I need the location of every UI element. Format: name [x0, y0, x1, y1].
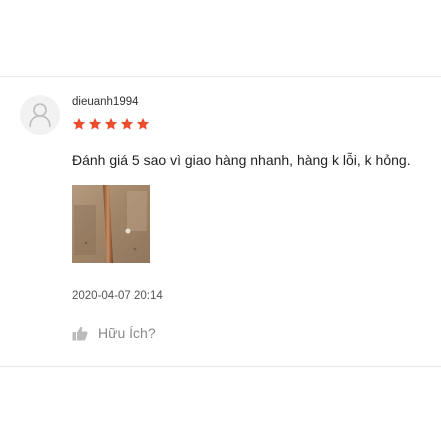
star-icon: [88, 117, 102, 130]
user-placeholder-icon: [29, 103, 51, 128]
helpful-button[interactable]: Hữu Ích?: [72, 325, 156, 341]
star-icon: [72, 117, 86, 130]
thumbs-up-icon: [72, 326, 88, 340]
review-photo[interactable]: [72, 185, 150, 263]
rating-stars: [72, 117, 150, 131]
avatar[interactable]: [20, 95, 60, 135]
review-comment: Đánh giá 5 sao vì giao hàng nhanh, hàng …: [72, 152, 411, 168]
top-divider: [0, 76, 441, 77]
star-icon: [136, 117, 150, 130]
review-timestamp: 2020-04-07 20:14: [72, 290, 163, 302]
helpful-label: Hữu Ích?: [98, 325, 156, 341]
star-icon: [104, 117, 118, 130]
reviewer-username[interactable]: dieuanh1994: [72, 96, 139, 108]
star-icon: [120, 117, 134, 130]
bottom-divider: [0, 366, 441, 367]
